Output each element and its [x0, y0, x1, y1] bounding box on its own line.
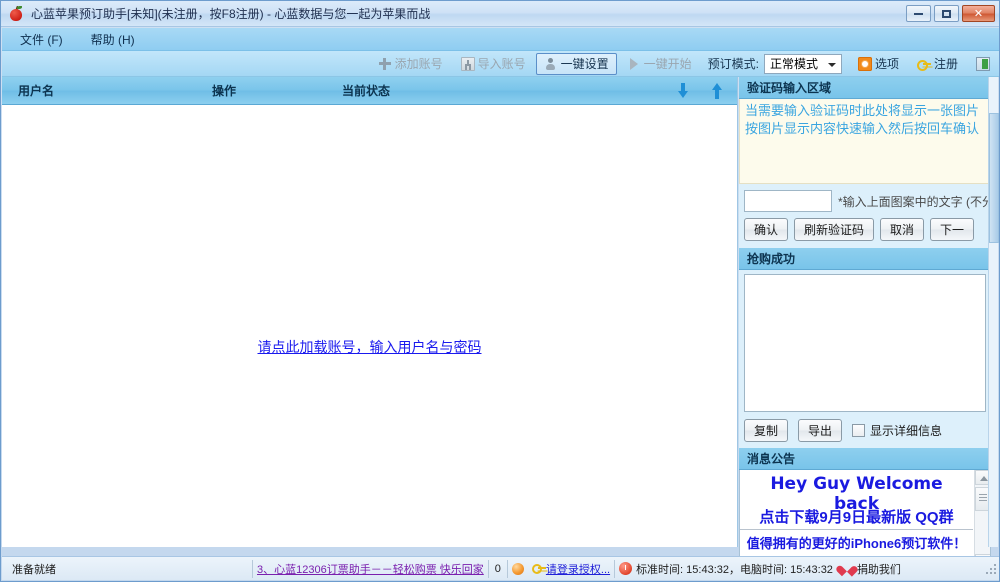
promo-link[interactable]: 3、心蓝12306订票助手－－轻松购票 快乐回家	[257, 561, 484, 577]
load-accounts-link[interactable]: 请点此加载账号，输入用户名与密码	[2, 337, 737, 357]
gear-icon	[858, 57, 872, 71]
window-controls: ✕	[906, 5, 995, 22]
toolbar: 添加账号 导入账号 一键设置 一键开始 预订模式: 正常模式 选项 注册	[2, 51, 1000, 77]
application-window: 心蓝苹果预订助手[未知](未注册，按F8注册) - 心蓝数据与您一起为苹果而战 …	[0, 0, 1000, 582]
one-click-setup-label: 一键设置	[561, 55, 609, 72]
window-title: 心蓝苹果预订助手[未知](未注册，按F8注册) - 心蓝数据与您一起为苹果而战	[31, 5, 906, 22]
announcement-panel-title: 消息公告	[739, 448, 991, 470]
minimize-button[interactable]	[906, 5, 931, 22]
import-account-button[interactable]: 导入账号	[453, 53, 534, 75]
page-scrollbar[interactable]	[988, 77, 998, 547]
import-account-label: 导入账号	[478, 55, 526, 72]
close-icon: ✕	[974, 8, 983, 19]
register-label: 注册	[934, 55, 958, 72]
import-icon	[461, 57, 475, 71]
captcha-button-row: 确认 刷新验证码 取消 下一	[739, 216, 991, 248]
donate-cell[interactable]: 捐助我们	[837, 558, 905, 580]
auth-link-cell: 请登录授权...	[528, 558, 614, 580]
success-panel-title: 抢购成功	[739, 248, 991, 270]
captcha-hint-line2: 按图片显示内容快速输入然后按回车确认	[745, 120, 985, 138]
menu-file[interactable]: 文件 (F)	[20, 29, 77, 50]
announcement-line-4[interactable]: 值得拥有的更好的iPhone6预订软件！	[740, 533, 973, 552]
heart-icon	[841, 563, 854, 575]
time-text: 标准时间: 15:43:32，电脑时间: 15:43:32	[636, 561, 833, 577]
captcha-panel: 验证码输入区域 当需要输入验证码时此处将显示一张图片 按图片显示内容快速输入然后…	[739, 77, 991, 248]
captcha-panel-title: 验证码输入区域	[739, 77, 991, 99]
resize-grip-icon[interactable]	[985, 563, 997, 575]
menu-bar: 文件 (F) 帮助 (H)	[2, 28, 1000, 51]
options-button[interactable]: 选项	[850, 53, 907, 75]
close-button[interactable]: ✕	[962, 5, 995, 22]
arrow-down-icon[interactable]	[677, 83, 689, 99]
captcha-refresh-button[interactable]: 刷新验证码	[794, 218, 874, 241]
status-orange-dot-cell	[508, 558, 528, 580]
add-account-label: 添加账号	[395, 55, 443, 72]
apple-icon	[7, 5, 25, 23]
captcha-input-row: *输入上面图案中的文字 (不分	[739, 184, 991, 216]
captcha-cancel-button[interactable]: 取消	[880, 218, 924, 241]
success-panel: 抢购成功 复制 导出 显示详细信息	[739, 248, 991, 448]
clock-icon	[619, 562, 632, 575]
announcement-line-1: Hey Guy Welcome	[740, 474, 973, 494]
right-sidebar: 验证码输入区域 当需要输入验证码时此处将显示一张图片 按图片显示内容快速输入然后…	[739, 77, 991, 547]
export-button[interactable]: 导出	[798, 419, 842, 442]
promo-link-cell: 3、心蓝12306订票助手－－轻松购票 快乐回家	[253, 558, 488, 580]
mode-select[interactable]: 正常模式	[764, 54, 842, 74]
captcha-image-placeholder: 当需要输入验证码时此处将显示一张图片 按图片显示内容快速输入然后按回车确认	[739, 99, 991, 184]
checkbox-icon[interactable]	[852, 424, 865, 437]
key-icon	[532, 562, 546, 575]
donate-label: 捐助我们	[857, 561, 901, 577]
account-list-body: 请点此加载账号，输入用户名与密码	[2, 105, 737, 547]
chevron-down-icon	[828, 63, 836, 67]
captcha-input-hint: *输入上面图案中的文字 (不分	[838, 193, 991, 210]
arrow-up-icon[interactable]	[711, 83, 723, 99]
title-bar: 心蓝苹果预订助手[未知](未注册，按F8注册) - 心蓝数据与您一起为苹果而战 …	[1, 1, 1000, 27]
mode-label: 预订模式:	[708, 55, 759, 72]
sort-controls	[677, 83, 723, 99]
menu-help[interactable]: 帮助 (H)	[91, 29, 149, 50]
column-header-action[interactable]: 操作	[212, 82, 236, 99]
show-detail-label: 显示详细信息	[870, 422, 942, 439]
captcha-next-button[interactable]: 下一	[930, 218, 974, 241]
captcha-confirm-button[interactable]: 确认	[744, 218, 788, 241]
announcement-panel: 消息公告 Hey Guy Welcome back 点击下载9月9日最新版 QQ…	[739, 448, 991, 570]
mode-select-value: 正常模式	[770, 55, 818, 72]
show-detail-checkbox[interactable]: 显示详细信息	[852, 422, 942, 439]
column-header-status[interactable]: 当前状态	[342, 82, 390, 99]
person-icon	[544, 57, 558, 71]
column-header-username[interactable]: 用户名	[18, 82, 54, 99]
register-button[interactable]: 注册	[909, 53, 966, 75]
maximize-button[interactable]	[934, 5, 959, 22]
exit-button[interactable]	[968, 53, 998, 75]
exit-icon	[976, 57, 990, 71]
success-content-wrapper	[739, 270, 991, 412]
time-cell: 标准时间: 15:43:32，电脑时间: 15:43:32	[615, 558, 837, 580]
options-label: 选项	[875, 55, 899, 72]
plus-icon	[378, 57, 392, 71]
one-click-setup-button[interactable]: 一键设置	[536, 53, 617, 75]
copy-button[interactable]: 复制	[744, 419, 788, 442]
maximize-icon	[942, 10, 951, 18]
status-count: 0	[489, 558, 507, 580]
status-ready-text: 准备就绪	[2, 558, 252, 580]
success-button-row: 复制 导出 显示详细信息	[739, 412, 991, 448]
captcha-hint-line1: 当需要输入验证码时此处将显示一张图片	[745, 102, 985, 120]
account-list-header: 用户名 操作 当前状态	[2, 77, 737, 105]
minimize-icon	[914, 12, 923, 15]
key-icon	[917, 57, 931, 71]
status-bar: 准备就绪 3、心蓝12306订票助手－－轻松购票 快乐回家 0 请登录授权...…	[2, 556, 1000, 580]
play-icon	[627, 57, 641, 71]
one-click-start-button[interactable]: 一键开始	[619, 53, 700, 75]
captcha-input[interactable]	[744, 190, 832, 212]
add-account-button[interactable]: 添加账号	[370, 53, 451, 75]
one-click-start-label: 一键开始	[644, 55, 692, 72]
page-scrollbar-thumb[interactable]	[989, 113, 999, 243]
success-textarea[interactable]	[744, 274, 986, 412]
account-list-panel: 用户名 操作 当前状态 请点此加载账号，输入用户名与密码	[2, 77, 738, 547]
announcement-line-3[interactable]: 点击下载9月9日最新版 QQ群	[740, 506, 973, 530]
auth-link[interactable]: 请登录授权...	[546, 561, 610, 577]
announcement-body: Hey Guy Welcome back 点击下载9月9日最新版 QQ群 值得拥…	[739, 470, 991, 570]
orange-circle-icon	[512, 563, 524, 575]
